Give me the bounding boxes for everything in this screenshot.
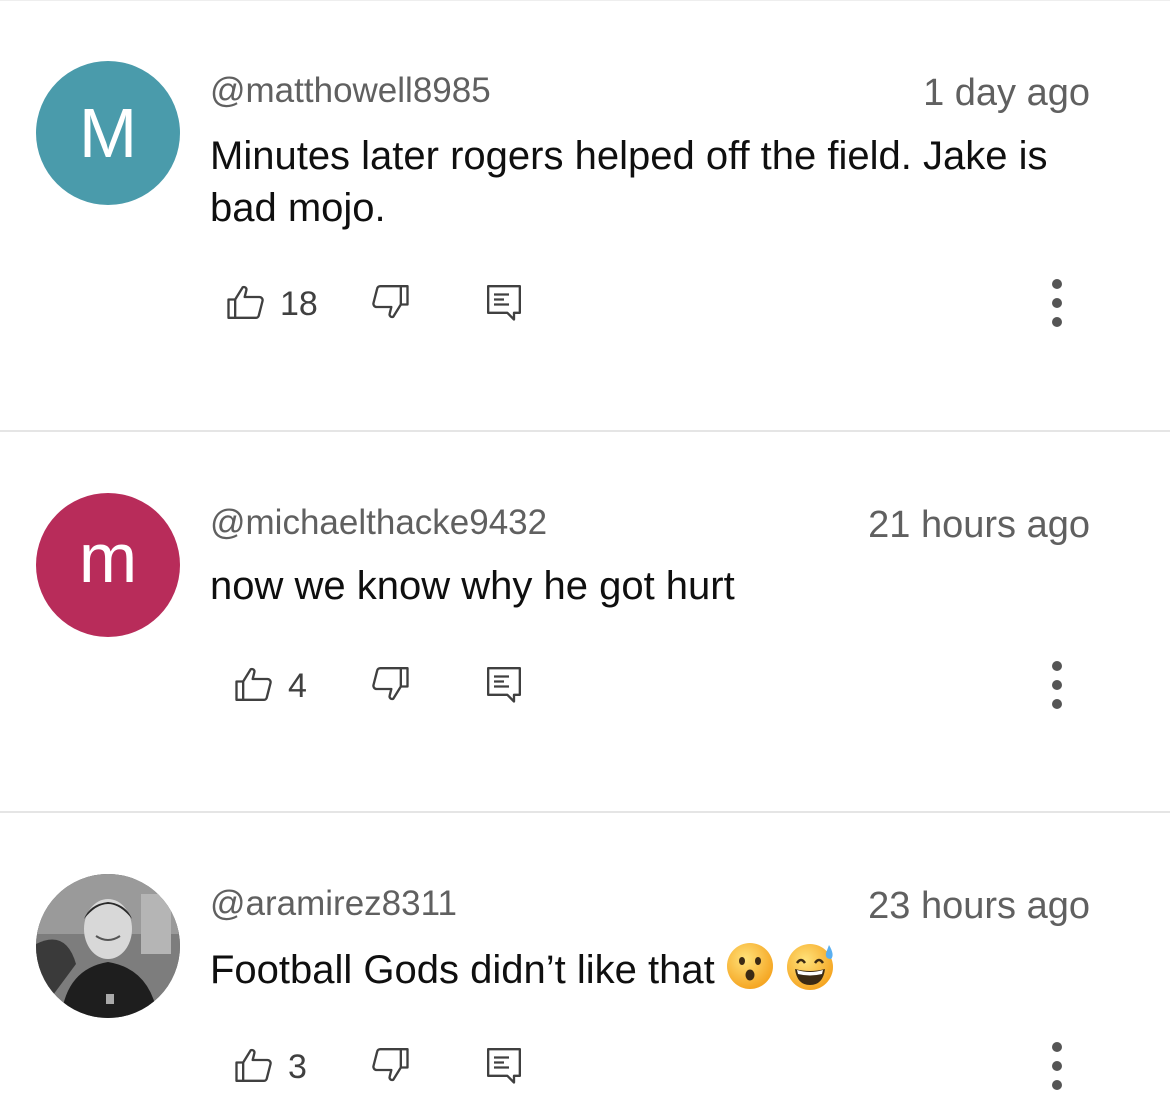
grinning-face-with-sweat-emoji	[785, 941, 837, 1004]
comment-actions: 3	[0, 1037, 1170, 1097]
comment-actions: 18	[0, 274, 1170, 334]
reply-comment-icon	[484, 664, 524, 709]
comment-text: now we know why he got hurt	[210, 564, 735, 608]
thumbs-up-icon	[226, 282, 266, 327]
thumbs-down-icon	[370, 664, 410, 709]
comment-timestamp: 23 hours ago	[868, 885, 1090, 927]
dislike-button[interactable]	[370, 1037, 410, 1097]
reply-button[interactable]	[484, 1037, 524, 1097]
more-vertical-icon	[1052, 661, 1062, 671]
avatar[interactable]	[36, 874, 180, 1018]
reply-comment-icon	[484, 282, 524, 327]
like-count: 3	[288, 1048, 307, 1086]
avatar-letter: m	[78, 519, 138, 597]
comment-timestamp: 1 day ago	[923, 72, 1090, 114]
like-button[interactable]: 3	[234, 1037, 307, 1097]
more-options-button[interactable]	[1052, 1042, 1062, 1090]
comment-timestamp: 21 hours ago	[868, 504, 1090, 546]
dislike-button[interactable]	[370, 656, 410, 716]
thumbs-down-icon	[370, 1045, 410, 1090]
thumbs-up-icon	[234, 664, 274, 709]
comment-author-handle[interactable]: @michaelthacke9432	[210, 505, 547, 540]
comment-actions: 4	[0, 656, 1170, 716]
avatar[interactable]: M	[36, 61, 180, 205]
comment-text: Football Gods didn’t like that	[210, 941, 1110, 1004]
dislike-button[interactable]	[370, 274, 410, 334]
like-button[interactable]: 18	[226, 274, 318, 334]
more-options-button[interactable]	[1052, 279, 1062, 327]
more-vertical-icon	[1052, 279, 1062, 289]
comment-text-content: Football Gods didn’t like that	[210, 948, 715, 992]
reply-comment-icon	[484, 1045, 524, 1090]
comment-author-handle[interactable]: @matthowell8985	[210, 73, 491, 108]
reply-button[interactable]	[484, 656, 524, 716]
thumbs-up-icon	[234, 1045, 274, 1090]
comment-item: M @matthowell8985 1 day ago Minutes late…	[0, 0, 1170, 432]
more-vertical-icon	[1052, 1042, 1062, 1052]
avatar-photo	[36, 874, 180, 1018]
avatar[interactable]: m	[36, 493, 180, 637]
comment-author-handle[interactable]: @aramirez8311	[210, 886, 457, 921]
hushed-face-emoji	[725, 941, 775, 1004]
avatar-letter: M	[78, 94, 138, 172]
reply-button[interactable]	[484, 274, 524, 334]
like-count: 18	[280, 285, 318, 323]
comment-item: @aramirez8311 23 hours ago Football Gods…	[0, 813, 1170, 1119]
thumbs-down-icon	[370, 282, 410, 327]
like-count: 4	[288, 667, 307, 705]
more-options-button[interactable]	[1052, 661, 1062, 709]
comment-text: Minutes later rogers helped off the fiel…	[210, 134, 1048, 230]
like-button[interactable]: 4	[234, 656, 307, 716]
comment-item: m @michaelthacke9432 21 hours ago now we…	[0, 432, 1170, 812]
